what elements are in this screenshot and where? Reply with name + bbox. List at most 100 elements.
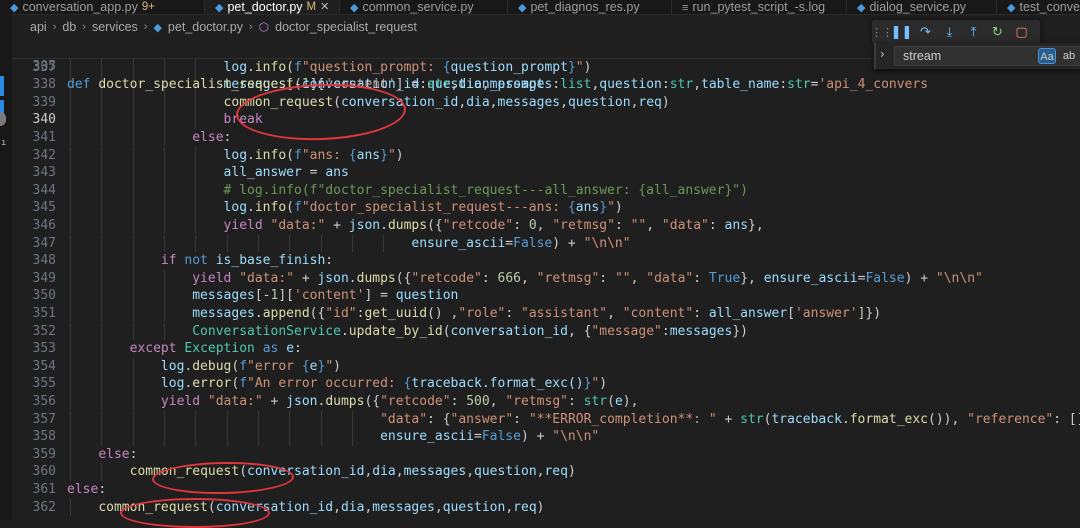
indent-guide [195,164,197,182]
tab-test-conver[interactable]: ◆ test_conver [997,0,1080,14]
code-line[interactable]: 360 common_request(conversation_id,dia,m… [12,463,1080,481]
indent-guide [70,304,71,323]
code-text: if not is_base_finish: [160,253,334,269]
code-line[interactable]: 340 break [12,111,1080,129]
code-line[interactable]: 351 messages.append({"id":get_uuid() ,"r… [12,305,1080,323]
match-case-toggle[interactable]: Aa [1038,48,1056,64]
line-number: 357 [32,411,56,427]
stop-icon[interactable]: ▢ [1013,24,1030,41]
tab-pet-doctor[interactable]: ◆ pet_doctor.py M ✕ [205,0,340,14]
indent-guide [132,428,134,446]
breadcrumb-item-api[interactable]: api [30,20,47,34]
indent-guide [195,146,197,165]
indent-guide [101,58,103,77]
code-text: yield "data:" + json.dumps({"retcode": 6… [192,270,983,286]
breadcrumb-item-services[interactable]: services [92,20,138,34]
tab-conversation-app[interactable]: ◆ conversation_app.py 9+ [0,0,205,14]
debug-toolbar: ⋮⋮ ❚❚ ↷ ⤓ ⤒ ↻ ▢ [871,20,1040,44]
tab-bar: ◆ conversation_app.py 9+ ◆ pet_doctor.py… [0,0,1080,15]
indent-guide [163,322,165,341]
tab-pet-diagnos-res[interactable]: ◆ pet_diagnos_res.py [508,0,672,14]
indent-guide [70,58,71,77]
line-number: 340 [32,112,56,128]
tab-label: pet_doctor.py [227,0,303,14]
close-icon[interactable]: ✕ [320,0,329,14]
indent-guide [101,463,103,481]
indent-guide [101,252,103,270]
code-line[interactable]: 354 log.debug(f"error {e}") [12,358,1080,376]
indent-guide [70,375,71,393]
tab-label: dialog_service.py [869,0,967,14]
step-out-icon[interactable]: ⤒ [965,24,982,41]
code-line[interactable]: 339 common_request(conversation_id,dia,m… [12,94,1080,112]
indent-guide [70,93,71,112]
code-line[interactable]: 350 messages[-1]['content'] = question [12,287,1080,305]
indent-guide [101,269,103,288]
breadcrumb-item-db[interactable]: db [62,20,76,34]
code-text: log.error(f"An error occurred: {tracebac… [160,376,608,392]
code-text: else: [192,129,232,145]
indent-guide [101,181,103,200]
indent-guide [101,234,103,253]
code-line[interactable]: 353 except Exception as e: [12,340,1080,358]
code-line[interactable]: 356 yield "data:" + json.dumps({"retcode… [12,393,1080,411]
drag-handle-icon[interactable]: ⋮⋮ [871,24,893,41]
indent-guide [101,322,103,341]
indent-guide [351,410,353,429]
code-line[interactable]: 361 else: [12,481,1080,499]
line-number: 349 [32,270,56,286]
code-text: "data": {"answer": "**ERROR_completion**… [380,411,1080,427]
indent-guide [70,234,71,253]
indent-guide [132,181,134,200]
tab-label: common_service.py [362,0,474,14]
indent-guide [132,357,134,376]
chevron-right-icon[interactable]: › [880,47,885,61]
code-line[interactable]: 357 "data": {"answer": "**ERROR_completi… [12,411,1080,429]
breadcrumb-item-file[interactable]: pet_doctor.py [168,20,243,34]
indent-guide [195,58,197,77]
activity-icon[interactable]: ı [1,138,6,148]
code-line[interactable]: 344 # log.info(f"doctor_specialist_reque… [12,182,1080,200]
code-line[interactable]: 352 ConversationService.update_by_id(con… [12,323,1080,341]
code-line[interactable]: 342 log.info(f"ans: {ans}") [12,147,1080,165]
activity-bar: ı [0,14,12,520]
code-line[interactable]: 343 all_answer = ans [12,164,1080,182]
indent-guide [132,58,134,77]
pause-icon[interactable]: ❚❚ [891,24,913,41]
tab-common-service[interactable]: ◆ common_service.py [340,0,508,14]
restart-icon[interactable]: ↻ [989,24,1006,41]
indent-guide [132,234,134,253]
indent-guide [383,234,385,253]
step-into-icon[interactable]: ⤓ [941,24,958,41]
indent-guide [70,392,71,411]
whole-word-toggle[interactable]: ab [1060,48,1078,64]
indent-guide [226,234,228,253]
line-number: 347 [32,235,56,251]
tab-dialog-service[interactable]: ◆ dialog_service.py [847,0,997,14]
code-line[interactable]: 341 else: [12,129,1080,147]
tab-run-pytest-log[interactable]: ≡ run_pytest_script_-s.log [672,0,847,14]
indent-guide [70,128,71,147]
indent-guide [101,428,103,446]
indent-guide [289,410,291,429]
breadcrumb-item-function[interactable]: doctor_specialist_request [275,20,417,34]
code-line[interactable]: 348 if not is_base_finish: [12,252,1080,270]
indent-guide [70,357,71,376]
code-line[interactable]: 349 yield "data:" + json.dumps({"retcode… [12,270,1080,288]
line-number: 344 [32,182,56,198]
indent-guide [163,146,165,165]
code-editor[interactable]: 305 def doctor_specialist_request(conver… [12,40,1080,520]
code-line[interactable]: 362 common_request(conversation_id,dia,m… [12,499,1080,517]
code-line[interactable]: 358 ensure_ascii=False) + "\n\n" [12,428,1080,446]
code-line[interactable]: 359 else: [12,446,1080,464]
code-line[interactable]: 355 log.error(f"An error occurred: {trac… [12,375,1080,393]
activity-badge-icon[interactable] [0,112,6,126]
indent-guide [101,128,103,147]
indent-guide [163,216,165,235]
code-line[interactable]: 345 log.info(f"doctor_specialist_request… [12,199,1080,217]
code-line[interactable]: 347 ensure_ascii=False) + "\n\n" [12,235,1080,253]
code-line[interactable]: 346 yield "data:" + json.dumps({"retcode… [12,217,1080,235]
indent-guide [132,287,134,305]
step-over-icon[interactable]: ↷ [917,24,934,41]
indent-guide [195,428,197,446]
